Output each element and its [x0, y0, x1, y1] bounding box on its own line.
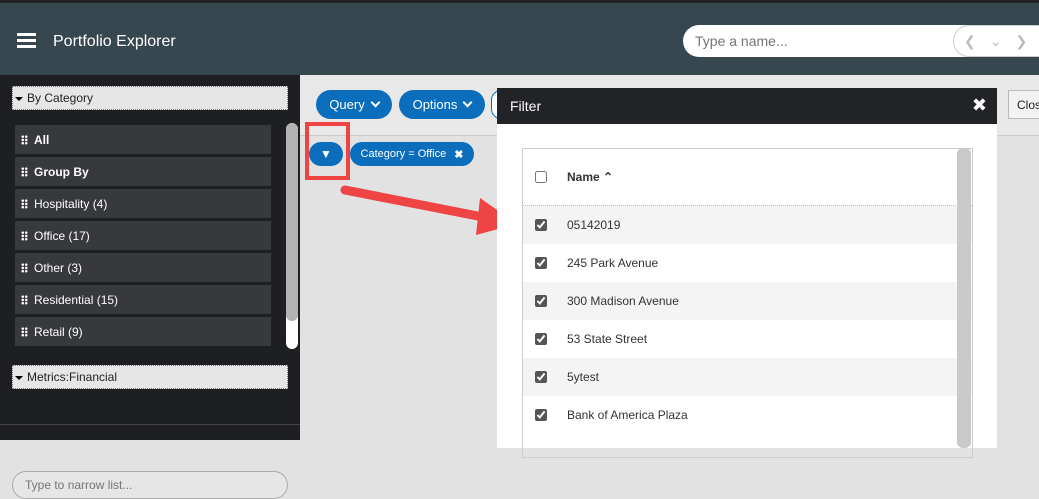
name-column-header[interactable]: Name ⌃	[567, 170, 613, 184]
row-name: 245 Park Avenue	[567, 256, 659, 270]
row-checkbox[interactable]	[535, 409, 547, 421]
table-row[interactable]: Bank of America Plaza	[523, 396, 972, 434]
table-header: Name ⌃	[523, 149, 972, 206]
filter-table-scrollbar[interactable]	[957, 148, 971, 448]
row-name: 05142019	[567, 218, 621, 232]
row-checkbox[interactable]	[535, 371, 547, 383]
narrow-list-input[interactable]	[12, 471, 288, 499]
table-row[interactable]: 05142019	[523, 206, 972, 244]
filter-modal-header: Filter ✖	[497, 88, 997, 124]
table-row[interactable]: 245 Park Avenue	[523, 244, 972, 282]
close-icon[interactable]: ✖	[972, 95, 987, 116]
filter-modal-title: Filter	[510, 98, 542, 114]
row-checkbox[interactable]	[535, 219, 547, 231]
row-name: 53 State Street	[567, 332, 648, 346]
row-name: Bank of America Plaza	[567, 408, 688, 422]
table-row[interactable]: 5ytest	[523, 358, 972, 396]
row-checkbox[interactable]	[535, 257, 547, 269]
row-checkbox[interactable]	[535, 295, 547, 307]
table-row[interactable]: 300 Madison Avenue	[523, 282, 972, 320]
filter-modal: Filter ✖ Name ⌃ 05142019 245 Park Avenue 30…	[497, 88, 997, 458]
row-name: 5ytest	[567, 370, 600, 384]
select-all-checkbox[interactable]	[535, 171, 547, 183]
table-row[interactable]: 53 State Street	[523, 320, 972, 358]
row-name: 300 Madison Avenue	[567, 294, 679, 308]
filter-table: Name ⌃ 05142019 245 Park Avenue 300 Madiso…	[522, 148, 973, 458]
row-checkbox[interactable]	[535, 333, 547, 345]
